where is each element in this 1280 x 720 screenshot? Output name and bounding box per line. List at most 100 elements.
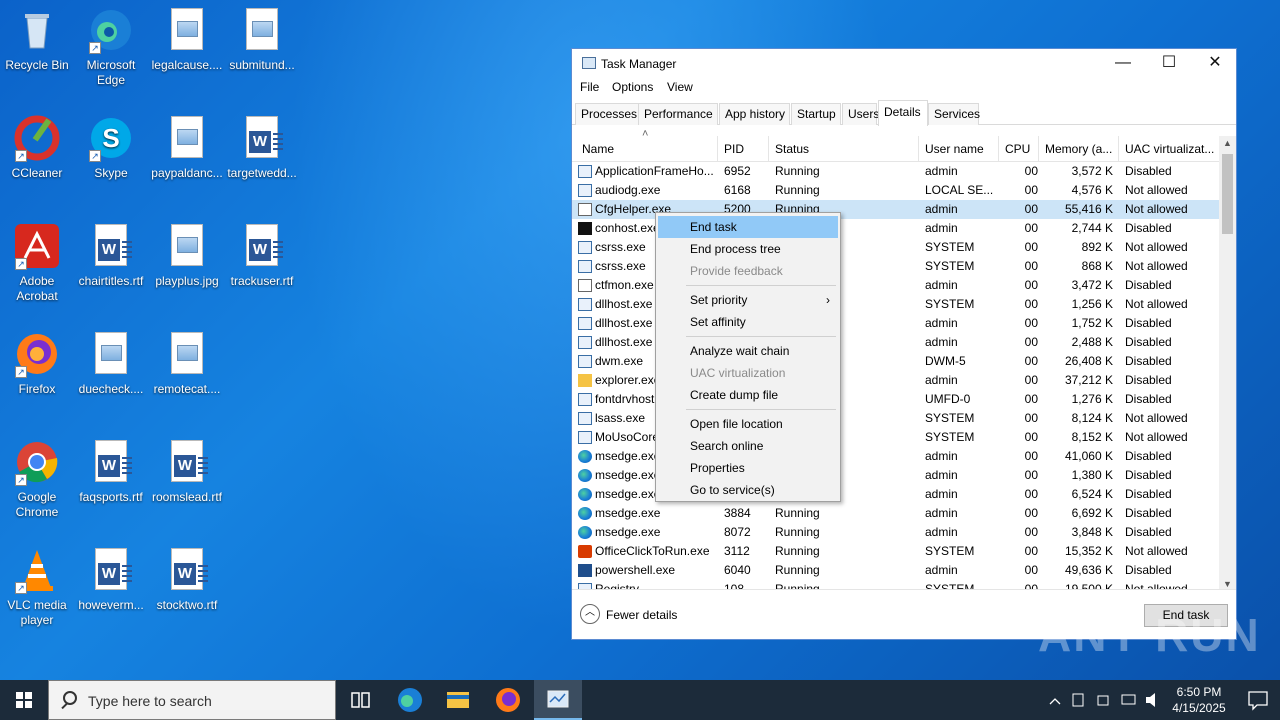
edge-process-icon	[578, 450, 592, 463]
taskbar-edge-button[interactable]	[386, 680, 434, 720]
cell-user-name: admin	[925, 468, 958, 482]
word-file-icon: W	[87, 546, 135, 594]
scroll-up-icon[interactable]: ▲	[1219, 138, 1236, 148]
column-header-status[interactable]: Status	[769, 136, 919, 162]
desktop-icon-remotecat[interactable]: remotecat....	[150, 330, 224, 397]
desktop-icon-recycle-bin[interactable]: Recycle Bin	[0, 6, 74, 73]
menu-item-set-priority[interactable]: Set priority ›	[658, 289, 838, 311]
table-row[interactable]: ApplicationFrameHo... 6952 Running admin 00 3…	[572, 162, 1220, 181]
taskbar-taskmanager-button[interactable]	[534, 680, 582, 720]
menu-item-create-dump-file[interactable]: Create dump file	[658, 384, 838, 406]
tab-users[interactable]: Users	[842, 103, 879, 125]
vertical-scrollbar[interactable]: ▲ ▼	[1219, 136, 1236, 591]
tab-processes[interactable]: Processes	[575, 103, 639, 125]
menu-item-set-affinity[interactable]: Set affinity	[658, 311, 838, 333]
desktop-icon-skype[interactable]: S ↗ Skype	[74, 114, 148, 181]
column-header-user-name[interactable]: User name	[919, 136, 999, 162]
desktop-icon-ccleaner[interactable]: ↗ CCleaner	[0, 114, 74, 181]
menu-item-properties[interactable]: Properties	[658, 457, 838, 479]
clock[interactable]: 6:50 PM 4/15/2025	[1164, 684, 1234, 716]
cell-memory: 3,572 K	[1071, 164, 1113, 178]
desktop-icon-paypaldanc[interactable]: paypaldanc...	[150, 114, 224, 181]
taskbar-firefox-button[interactable]	[484, 680, 532, 720]
table-row[interactable]: msedge.exe 8072 Running admin 00 3,848 K Disab…	[572, 523, 1220, 542]
menu-item-open-file-location[interactable]: Open file location	[658, 413, 838, 435]
cell-cpu: 00	[1024, 544, 1038, 558]
desktop-icon-microsoft-edge[interactable]: ↗ Microsoft Edge	[74, 6, 148, 88]
table-row[interactable]: audiodg.exe 6168 Running LOCAL SE... 00 4,576…	[572, 181, 1220, 200]
desktop-icon-roomslead-rtf[interactable]: Wroomslead.rtf	[150, 438, 224, 505]
menu-item-label: End process tree	[690, 242, 781, 256]
tab-app-history[interactable]: App history	[719, 103, 790, 125]
image-file-icon	[87, 330, 135, 378]
tab-performance[interactable]: Performance	[638, 103, 718, 125]
window-process-icon	[578, 412, 592, 425]
desktop-icon-chairtitles-rtf[interactable]: Wchairtitles.rtf	[74, 222, 148, 289]
column-header-uac-virtualization[interactable]: UAC virtualizat...	[1119, 136, 1220, 162]
desktop-icon-trackuser-rtf[interactable]: Wtrackuser.rtf	[225, 222, 299, 289]
desktop-icon-submitund[interactable]: submitund...	[225, 6, 299, 73]
task-view-icon	[351, 692, 370, 708]
maximize-button[interactable]: ☐	[1146, 49, 1192, 77]
menu-file[interactable]: File	[580, 80, 599, 94]
fewer-details-link[interactable]: Fewer details	[606, 608, 677, 622]
table-row[interactable]: OfficeClickToRun.exe 3112 Running SYSTEM 00 1…	[572, 542, 1220, 561]
minimize-button[interactable]: —	[1100, 49, 1146, 77]
column-header-pid[interactable]: PID	[718, 136, 769, 162]
desktop-icon-legalcause[interactable]: legalcause....	[150, 6, 224, 73]
cell-status: Running	[775, 183, 820, 197]
cell-user-name: admin	[925, 278, 958, 292]
sort-ascending-icon: ˄	[642, 128, 649, 140]
scroll-down-icon[interactable]: ▼	[1219, 579, 1236, 589]
menu-bar: File Options View	[572, 77, 1236, 99]
tab-services[interactable]: Services	[928, 103, 980, 125]
cell-status: Running	[775, 544, 820, 558]
desktop-icon-google-chrome[interactable]: ↗ Google Chrome	[0, 438, 74, 520]
tab-startup[interactable]: Startup	[791, 103, 841, 125]
desktop-icon-adobe-acrobat[interactable]: ↗ Adobe Acrobat	[0, 222, 74, 304]
desktop-icon-stocktwo-rtf[interactable]: Wstocktwo.rtf	[150, 546, 224, 613]
cell-uac-virtualization: Disabled	[1125, 164, 1172, 178]
menu-item-end-process-tree[interactable]: End process tree	[658, 238, 838, 260]
menu-view[interactable]: View	[667, 80, 693, 94]
cell-cpu: 00	[1024, 183, 1038, 197]
cell-user-name: admin	[925, 164, 958, 178]
menu-item-end-task[interactable]: End task	[658, 216, 838, 238]
column-header-cpu[interactable]: CPU	[999, 136, 1039, 162]
column-header-memory[interactable]: Memory (a...	[1039, 136, 1119, 162]
desktop-icon-targetwedd[interactable]: Wtargetwedd...	[225, 114, 299, 181]
title-bar[interactable]: Task Manager — ☐ ✕	[572, 49, 1236, 77]
tab-details[interactable]: Details	[878, 100, 928, 126]
ccleaner-icon: ↗	[13, 114, 61, 162]
cell-memory: 1,256 K	[1071, 297, 1113, 311]
menu-item-search-online[interactable]: Search online	[658, 435, 838, 457]
cell-uac-virtualization: Not allowed	[1125, 297, 1188, 311]
chevron-up-icon[interactable]: ︿	[580, 604, 600, 624]
cell-cpu: 00	[1024, 202, 1038, 216]
cell-user-name: SYSTEM	[925, 240, 975, 254]
task-manager-icon	[582, 57, 596, 69]
desktop-icon-firefox[interactable]: ↗ Firefox	[0, 330, 74, 397]
table-row[interactable]: msedge.exe 3884 Running admin 00 6,692 K Disab…	[572, 504, 1220, 523]
notification-button[interactable]	[1236, 680, 1280, 720]
task-view-button[interactable]	[336, 680, 384, 720]
desktop-icon-vlc-media-player[interactable]: ↗ VLC media player	[0, 546, 74, 628]
scroll-thumb[interactable]	[1222, 154, 1233, 234]
menu-item-analyze-wait-chain[interactable]: Analyze wait chain	[658, 340, 838, 362]
menu-options[interactable]: Options	[612, 80, 653, 94]
menu-item-go-to-service-s[interactable]: Go to service(s)	[658, 479, 838, 501]
desktop-icon-playplus-jpg[interactable]: playplus.jpg	[150, 222, 224, 289]
taskbar-explorer-button[interactable]	[434, 680, 482, 720]
note-process-icon	[578, 279, 592, 292]
search-box[interactable]: Type here to search	[48, 680, 336, 720]
close-button[interactable]: ✕	[1192, 49, 1238, 77]
table-row[interactable]: powershell.exe 6040 Running admin 00 49,636 K…	[572, 561, 1220, 580]
cell-memory: 892 K	[1081, 240, 1113, 254]
vlc-icon: ↗	[13, 546, 61, 594]
desktop-icon-faqsports-rtf[interactable]: Wfaqsports.rtf	[74, 438, 148, 505]
cell-uac-virtualization: Not allowed	[1125, 430, 1188, 444]
menu-item-label: Set priority	[690, 293, 748, 307]
desktop-icon-duecheck[interactable]: duecheck....	[74, 330, 148, 397]
desktop-icon-howeverm[interactable]: Whoweverm...	[74, 546, 148, 613]
start-button[interactable]	[0, 680, 48, 720]
